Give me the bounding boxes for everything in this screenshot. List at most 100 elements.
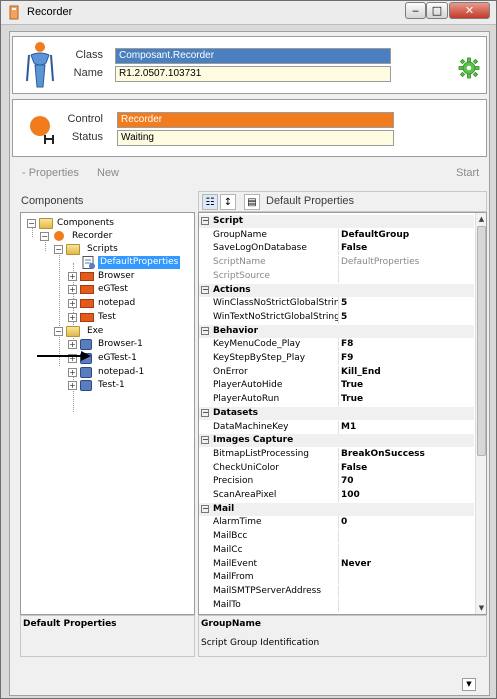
property-category[interactable]: − Behavior (199, 324, 474, 338)
category-collapse-icon[interactable]: − (201, 326, 209, 335)
property-row[interactable]: WinClassNoStrictGlobalStrin 5 (199, 297, 474, 311)
sort-alpha-icon[interactable]: ↕ (220, 194, 236, 210)
column-divider[interactable] (338, 557, 339, 571)
column-divider[interactable] (338, 365, 339, 379)
column-divider[interactable] (338, 256, 339, 270)
status-field[interactable]: Waiting (117, 130, 394, 146)
property-pages-icon[interactable]: ▤ (244, 194, 260, 210)
property-value[interactable]: 5 (341, 297, 347, 310)
property-row[interactable]: MailBcc (199, 530, 474, 544)
property-row[interactable]: DataMachineKey M1 (199, 420, 474, 434)
property-category[interactable]: − Mail (199, 502, 474, 516)
property-row[interactable]: MailEvent Never (199, 557, 474, 571)
column-divider[interactable] (338, 338, 339, 352)
property-value[interactable]: F8 (341, 338, 353, 351)
property-value[interactable]: BreakOnSuccess (341, 448, 425, 461)
property-value[interactable]: M1 (341, 421, 356, 434)
expand-toggle[interactable]: + (68, 313, 77, 322)
expand-toggle[interactable]: + (68, 272, 77, 281)
property-value[interactable]: 5 (341, 311, 347, 324)
property-row[interactable]: GroupName DefaultGroup (199, 228, 474, 242)
close-button[interactable]: ✕ (449, 2, 490, 19)
column-divider[interactable] (338, 530, 339, 544)
column-divider[interactable] (338, 584, 339, 598)
column-divider[interactable] (338, 379, 339, 393)
property-row[interactable]: PlayerAutoHide True (199, 379, 474, 393)
categorized-icon[interactable]: ☷ (202, 194, 218, 210)
property-row[interactable]: MailSMTPServerAddress (199, 584, 474, 598)
category-collapse-icon[interactable]: − (201, 504, 209, 513)
column-divider[interactable] (338, 598, 339, 612)
column-divider[interactable] (338, 393, 339, 407)
expand-toggle[interactable]: + (68, 299, 77, 308)
column-divider[interactable] (338, 516, 339, 530)
expand-toggle[interactable]: + (68, 368, 77, 377)
property-row[interactable]: AlarmTime 0 (199, 516, 474, 530)
column-divider[interactable] (338, 352, 339, 365)
vertical-scrollbar[interactable]: ▲ ▼ (475, 213, 486, 614)
scroll-down-icon[interactable]: ▼ (476, 602, 486, 614)
column-divider[interactable] (338, 489, 339, 502)
property-row[interactable]: MailTo (199, 598, 474, 612)
column-divider[interactable] (338, 269, 339, 283)
new-button[interactable]: New (97, 167, 119, 179)
property-value[interactable]: False (341, 242, 367, 255)
maximize-button[interactable]: □ (426, 2, 448, 19)
properties-button[interactable]: - Properties (22, 167, 79, 179)
collapse-toggle[interactable]: − (54, 245, 63, 254)
property-row[interactable]: PlayerAutoRun True (199, 393, 474, 407)
control-field[interactable]: Recorder (117, 112, 394, 128)
category-collapse-icon[interactable]: − (201, 408, 209, 417)
property-row[interactable]: KeyMenuCode_Play F8 (199, 338, 474, 352)
property-category[interactable]: − Images Capture (199, 434, 474, 448)
property-row[interactable]: KeyStepByStep_Play F9 (199, 352, 474, 365)
column-divider[interactable] (338, 447, 339, 461)
category-collapse-icon[interactable]: − (201, 436, 209, 445)
column-divider[interactable] (338, 543, 339, 557)
property-value[interactable]: 70 (341, 475, 354, 488)
property-row[interactable]: ScriptSource (199, 269, 474, 283)
expand-toggle[interactable]: + (68, 381, 77, 390)
property-value[interactable]: Kill_End (341, 366, 381, 379)
property-category[interactable]: − Script (199, 215, 474, 228)
expand-toggle[interactable]: + (68, 340, 77, 349)
property-value[interactable]: DefaultProperties (341, 256, 419, 269)
property-row[interactable]: OnError Kill_End (199, 365, 474, 379)
column-divider[interactable] (338, 310, 339, 324)
property-value[interactable]: True (341, 379, 363, 392)
column-divider[interactable] (338, 297, 339, 311)
dropdown-toggle-icon[interactable]: ▼ (462, 678, 476, 691)
property-value[interactable]: Never (341, 558, 371, 571)
collapse-toggle[interactable]: − (54, 327, 63, 336)
property-value[interactable]: False (341, 462, 367, 475)
property-row[interactable]: Precision 70 (199, 475, 474, 489)
property-row[interactable]: CheckUniColor False (199, 461, 474, 475)
collapse-toggle[interactable]: − (40, 232, 49, 241)
category-collapse-icon[interactable]: − (201, 217, 209, 225)
scroll-up-icon[interactable]: ▲ (476, 213, 486, 225)
column-divider[interactable] (338, 420, 339, 434)
column-divider[interactable] (338, 571, 339, 585)
property-row[interactable]: ScanAreaPixel 100 (199, 489, 474, 502)
property-value[interactable]: F9 (341, 352, 353, 365)
property-category[interactable]: − Datasets (199, 406, 474, 420)
property-row[interactable]: ScriptName DefaultProperties (199, 256, 474, 270)
column-divider[interactable] (338, 228, 339, 242)
property-value[interactable]: 100 (341, 489, 360, 502)
column-divider[interactable] (338, 461, 339, 475)
components-tree[interactable]: − Components − Recorder − Scripts Defaul… (20, 212, 195, 615)
start-button[interactable]: Start (456, 167, 479, 179)
propertygrid[interactable]: − Script GroupName DefaultGroup SaveLogOnDat… (198, 212, 487, 615)
property-row[interactable]: MailFrom (199, 571, 474, 585)
property-row[interactable]: SaveLogOnDatabase False (199, 242, 474, 256)
expand-toggle[interactable]: + (68, 285, 77, 294)
property-value[interactable]: 0 (341, 516, 347, 529)
property-value[interactable]: DefaultGroup (341, 229, 409, 242)
name-field[interactable]: R1.2.0507.103731 (115, 66, 391, 82)
column-divider[interactable] (338, 242, 339, 256)
property-row[interactable]: BitmapListProcessing BreakOnSuccess (199, 447, 474, 461)
category-collapse-icon[interactable]: − (201, 285, 209, 294)
scroll-thumb[interactable] (477, 226, 486, 456)
title-bar[interactable]: Recorder ‒ □ ✕ (1, 1, 496, 25)
collapse-toggle[interactable]: − (27, 219, 36, 228)
